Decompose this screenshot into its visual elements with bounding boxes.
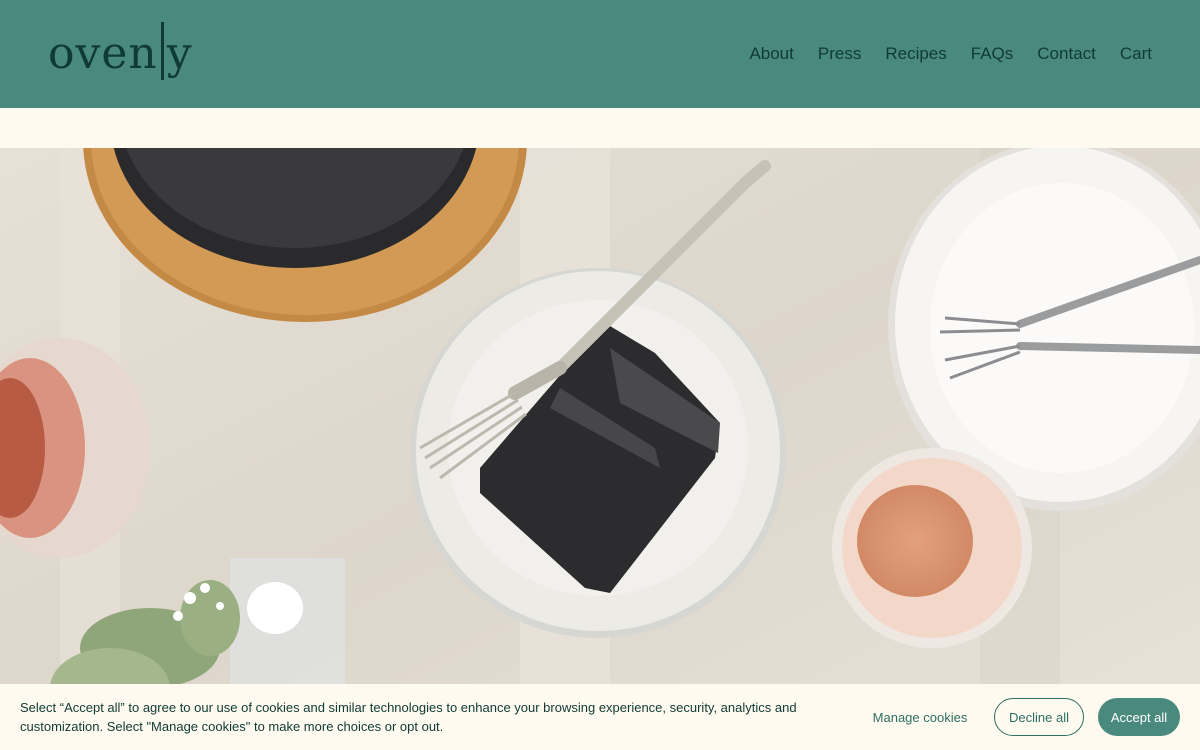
- header-spacer: [0, 108, 1200, 148]
- hero-photo-illustration: [0, 148, 1200, 750]
- cookie-banner: Select “Accept all” to agree to our use …: [0, 684, 1200, 750]
- manage-cookies-button[interactable]: Manage cookies: [860, 698, 980, 736]
- decline-all-button[interactable]: Decline all: [994, 698, 1084, 736]
- logo-text-end: y: [166, 27, 193, 79]
- hero-image: [0, 148, 1200, 750]
- nav-recipes[interactable]: Recipes: [873, 40, 958, 68]
- ovenly-logo[interactable]: oven y: [48, 22, 193, 84]
- logo-text-start: oven: [48, 27, 158, 79]
- nav-about[interactable]: About: [737, 40, 805, 68]
- logo-rolling-pin-icon: [160, 22, 164, 80]
- main-nav: About Press Recipes FAQs Contact Cart: [737, 40, 1164, 68]
- accept-all-button[interactable]: Accept all: [1098, 698, 1180, 736]
- nav-cart[interactable]: Cart: [1108, 40, 1164, 68]
- site-header: oven y About Press Recipes FAQs Contact C…: [0, 0, 1200, 108]
- nav-contact[interactable]: Contact: [1025, 40, 1108, 68]
- nav-faqs[interactable]: FAQs: [959, 40, 1026, 68]
- nav-press[interactable]: Press: [806, 40, 873, 68]
- cookie-message: Select “Accept all” to agree to our use …: [20, 700, 797, 734]
